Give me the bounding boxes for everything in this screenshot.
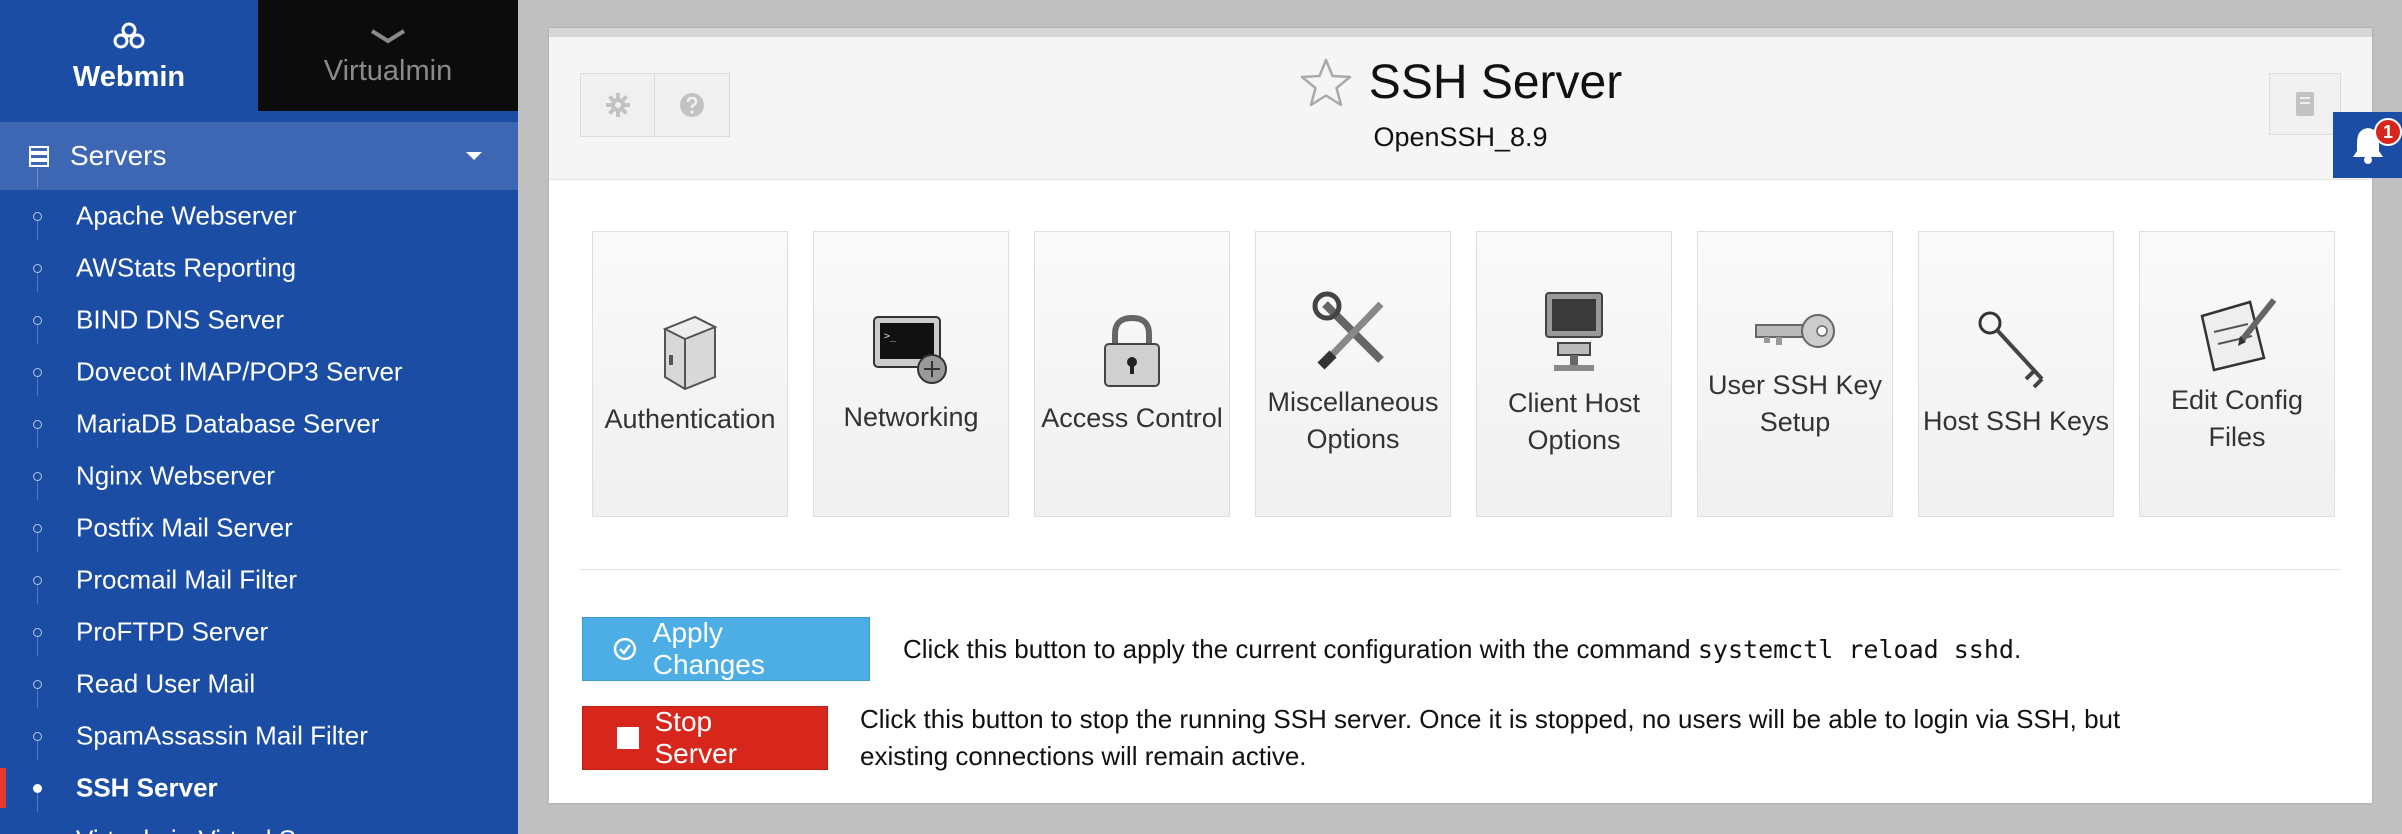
server-stack-icon: [29, 146, 49, 167]
virtualmin-label: Virtualmin: [323, 55, 453, 87]
webmin-logo-icon: [113, 22, 145, 49]
sidebar-item-apache[interactable]: Apache Webserver: [0, 168, 518, 242]
product-switcher: Webmin Virtualmin: [0, 0, 518, 111]
servers-category[interactable]: Servers: [0, 122, 518, 190]
tile-host-ssh-keys[interactable]: Host SSH Keys: [1918, 231, 2114, 517]
stop-server-label: Stop Server: [654, 706, 737, 769]
sidebar-item-label: Procmail Mail Filter: [76, 564, 298, 595]
tile-label: User SSH Key Setup: [1707, 370, 1883, 437]
stop-server-button[interactable]: Stop Server: [582, 706, 828, 770]
sidebar-item-label: MariaDB Database Server: [76, 408, 380, 439]
tile-label: Access Control: [1041, 402, 1223, 433]
tab-virtualmin[interactable]: Virtualmin: [258, 0, 518, 111]
favorite-star-icon[interactable]: [1299, 57, 1353, 109]
sidebar-item-label: SSH Server: [76, 772, 218, 803]
notification-count-badge: 1: [2374, 118, 2402, 146]
apply-desc-text: Click this button to apply the current c…: [903, 633, 1698, 664]
sidebar-item-dovecot[interactable]: Dovecot IMAP/POP3 Server: [0, 324, 518, 398]
tile-label: Client Host Options: [1507, 388, 1641, 455]
tile-label: Miscellaneous Options: [1267, 387, 1439, 454]
sidebar-item-awstats[interactable]: AWStats Reporting: [0, 220, 518, 294]
svg-text:>_: >_: [884, 331, 897, 342]
sidebar-item-ssh-server[interactable]: SSH Server: [0, 740, 518, 814]
module-panel: SSH Server OpenSSH_8.9 Authentication >_…: [549, 28, 2372, 803]
tile-access-control[interactable]: Access Control: [1034, 231, 1230, 517]
tools-icon: [1312, 291, 1384, 370]
sidebar-item-label: BIND DNS Server: [76, 304, 285, 335]
check-circle-icon: [613, 637, 637, 661]
tile-label: Authentication: [604, 403, 776, 434]
apply-changes-description: Click this button to apply the current c…: [903, 631, 2021, 668]
module-icon-grid: Authentication >_ Networking Access Cont…: [592, 231, 2335, 517]
chevron-down-icon: [370, 29, 406, 44]
servers-menu: Apache Webserver AWStats Reporting BIND …: [0, 168, 518, 834]
tile-user-ssh-key-setup[interactable]: User SSH Key Setup: [1697, 231, 1893, 517]
divider: [580, 569, 2341, 570]
padlock-icon: [1104, 314, 1160, 387]
sidebar-item-label: Read User Mail: [76, 668, 256, 699]
safe-icon: [662, 315, 718, 390]
stop-server-row: Stop Server Click this button to stop th…: [582, 701, 2160, 775]
network-terminal-icon: >_: [873, 315, 947, 384]
apply-command: systemctl reload sshd: [1697, 634, 2014, 664]
book-icon: [2296, 92, 2314, 116]
tile-networking[interactable]: >_ Networking: [813, 231, 1009, 517]
sidebar-item-label: Dovecot IMAP/POP3 Server: [76, 356, 403, 387]
panel-header: SSH Server OpenSSH_8.9: [549, 37, 2372, 180]
documentation-button[interactable]: [2269, 73, 2341, 135]
page-title: SSH Server: [1368, 56, 1623, 109]
sidebar-item-label: ProFTPD Server: [76, 616, 269, 647]
sidebar-item-label: Apache Webserver: [76, 200, 297, 231]
sidebar-item-label: AWStats Reporting: [76, 252, 297, 283]
tab-webmin[interactable]: Webmin: [0, 0, 258, 111]
page-subtitle: OpenSSH_8.9: [1373, 121, 1548, 152]
tile-authentication[interactable]: Authentication: [592, 231, 788, 517]
sidebar: Webmin Virtualmin Servers Apache Webserv…: [0, 0, 518, 834]
stop-square-icon: [617, 727, 639, 749]
apply-changes-row: Apply Changes Click this button to apply…: [582, 617, 2021, 681]
tile-label: Host SSH Keys: [1922, 405, 2110, 436]
sidebar-item-procmail[interactable]: Procmail Mail Filter: [0, 532, 518, 606]
sidebar-item-postfix[interactable]: Postfix Mail Server: [0, 480, 518, 554]
caret-down-icon: [466, 152, 482, 160]
sidebar-item-bind[interactable]: BIND DNS Server: [0, 272, 518, 346]
clipboard-edit-icon: [2200, 298, 2277, 372]
computer-icon: [1545, 292, 1603, 371]
tile-label: Edit Config Files: [2170, 385, 2304, 452]
sidebar-item-read-user-mail[interactable]: Read User Mail: [0, 636, 518, 710]
key-icon: [1755, 314, 1835, 348]
tile-edit-config-files[interactable]: Edit Config Files: [2139, 231, 2335, 517]
sidebar-item-nginx[interactable]: Nginx Webserver: [0, 428, 518, 502]
skeleton-key-icon: [1978, 311, 2044, 388]
tile-label: Networking: [843, 401, 979, 432]
sidebar-item-label: Nginx Webserver: [76, 460, 275, 491]
title-area: SSH Server OpenSSH_8.9: [549, 55, 2372, 153]
tile-miscellaneous-options[interactable]: Miscellaneous Options: [1255, 231, 1451, 517]
stop-server-description: Click this button to stop the running SS…: [860, 704, 2121, 771]
sidebar-item-mariadb[interactable]: MariaDB Database Server: [0, 376, 518, 450]
sidebar-item-label: Virtualmin Virtual Se: [76, 825, 311, 834]
sidebar-item-label: SpamAssassin Mail Filter: [76, 720, 368, 751]
webmin-label: Webmin: [72, 61, 186, 93]
sidebar-item-spamassassin[interactable]: SpamAssassin Mail Filter: [0, 688, 518, 762]
notifications-button[interactable]: 1: [2333, 112, 2402, 178]
apply-desc-end: .: [2013, 633, 2022, 664]
tile-client-host-options[interactable]: Client Host Options: [1476, 231, 1672, 517]
servers-category-label: Servers: [70, 140, 167, 171]
sidebar-item-label: Postfix Mail Server: [76, 512, 293, 543]
sidebar-item-virtualmin-virtual-servers[interactable]: Virtualmin Virtual Se: [0, 792, 518, 834]
apply-changes-label: Apply Changes: [652, 617, 765, 680]
sidebar-item-proftpd[interactable]: ProFTPD Server: [0, 584, 518, 658]
apply-changes-button[interactable]: Apply Changes: [582, 617, 870, 681]
